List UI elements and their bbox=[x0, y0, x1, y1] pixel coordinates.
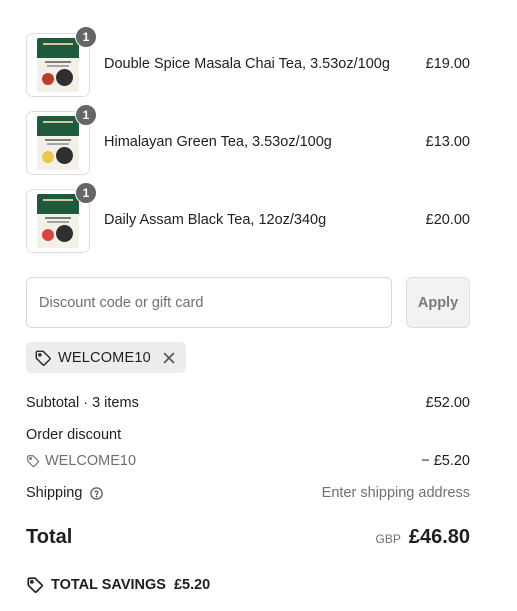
close-icon[interactable] bbox=[161, 350, 177, 366]
savings-amount: £5.20 bbox=[173, 577, 211, 593]
currency-code: GBP bbox=[375, 532, 401, 546]
shipping-label-wrap: Shipping bbox=[26, 485, 104, 501]
shipping-value: Enter shipping address bbox=[321, 485, 470, 501]
product-price: £20.00 bbox=[425, 212, 470, 228]
shipping-label: Shipping bbox=[26, 485, 83, 501]
order-discount-row: Order discount bbox=[26, 427, 470, 443]
product-image bbox=[37, 116, 79, 170]
apply-discount-button[interactable]: Apply bbox=[406, 277, 470, 328]
product-image bbox=[37, 194, 79, 248]
line-item: 1 Double Spice Masala Chai Tea, 3.53oz/1… bbox=[26, 26, 470, 97]
applied-discount-chip: WELCOME10 bbox=[26, 342, 186, 373]
savings-label: TOTAL SAVINGS bbox=[51, 577, 166, 593]
discount-code-row: WELCOME10 − £5.20 bbox=[26, 453, 470, 469]
discount-amount: − £5.20 bbox=[421, 453, 470, 469]
subtotal-row: Subtotal · 3 items £52.00 bbox=[26, 395, 470, 411]
product-price: £13.00 bbox=[425, 134, 470, 150]
discount-code-text: WELCOME10 bbox=[45, 453, 137, 469]
total-amount: £46.80 bbox=[408, 526, 470, 548]
line-item: 1 Himalayan Green Tea, 3.53oz/100g £13.0… bbox=[26, 104, 470, 175]
product-thumbnail-wrap: 1 bbox=[26, 104, 97, 175]
product-name: Himalayan Green Tea, 3.53oz/100g bbox=[104, 134, 332, 150]
tag-icon bbox=[34, 349, 52, 367]
discount-code-detail: WELCOME10 bbox=[26, 453, 136, 469]
tag-icon bbox=[26, 454, 40, 468]
help-circle-icon[interactable] bbox=[89, 486, 104, 501]
tag-icon bbox=[26, 576, 44, 594]
quantity-badge: 1 bbox=[75, 182, 97, 204]
shipping-row: Shipping Enter shipping address bbox=[26, 485, 470, 501]
total-row: Total GBP £46.80 bbox=[26, 526, 470, 549]
product-price: £19.00 bbox=[425, 56, 470, 72]
line-item: 1 Daily Assam Black Tea, 12oz/340g £20.0… bbox=[26, 182, 470, 253]
order-discount-label: Order discount bbox=[26, 427, 122, 443]
product-name: Double Spice Masala Chai Tea, 3.53oz/100… bbox=[104, 56, 390, 72]
product-image bbox=[37, 38, 79, 92]
product-thumbnail-wrap: 1 bbox=[26, 182, 97, 253]
quantity-badge: 1 bbox=[75, 26, 97, 48]
total-amount-wrap: GBP £46.80 bbox=[375, 526, 470, 549]
total-savings: TOTAL SAVINGS £5.20 bbox=[26, 576, 210, 594]
total-label: Total bbox=[26, 526, 73, 548]
applied-code-label: WELCOME10 bbox=[58, 349, 151, 366]
subtotal-value: £52.00 bbox=[425, 395, 470, 411]
quantity-badge: 1 bbox=[75, 104, 97, 126]
discount-code-input[interactable] bbox=[26, 277, 392, 328]
product-thumbnail-wrap: 1 bbox=[26, 26, 97, 97]
product-name: Daily Assam Black Tea, 12oz/340g bbox=[104, 212, 327, 228]
subtotal-label: Subtotal · 3 items bbox=[26, 395, 139, 411]
